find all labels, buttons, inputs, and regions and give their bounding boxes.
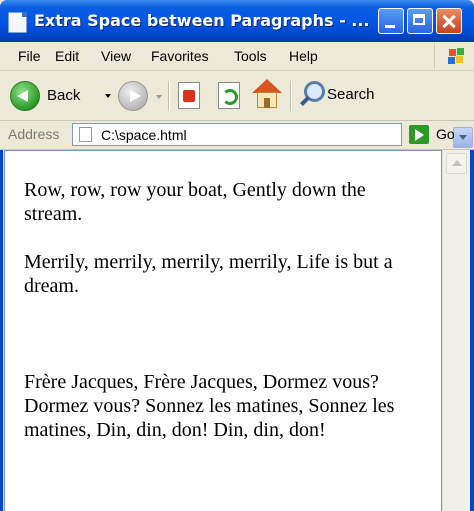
menu-file[interactable]: File (18, 48, 41, 64)
search-button-label[interactable]: Search (327, 86, 375, 103)
scroll-up-button[interactable] (446, 153, 467, 174)
window-title: Extra Space between Paragraphs - ... (34, 11, 370, 30)
menu-tools[interactable]: Tools (234, 48, 267, 64)
address-label: Address (8, 126, 60, 142)
back-arrow-icon (10, 81, 40, 111)
menu-edit[interactable]: Edit (55, 48, 79, 64)
go-button[interactable]: Go (409, 123, 469, 146)
menu-view[interactable]: View (101, 48, 131, 64)
go-arrow-icon (409, 125, 429, 144)
minimize-button[interactable] (378, 8, 404, 34)
go-label: Go (436, 126, 455, 142)
stop-icon[interactable] (178, 82, 200, 109)
address-value[interactable]: C:\space.html (101, 127, 187, 143)
close-button[interactable] (436, 8, 462, 34)
page-icon (79, 127, 92, 142)
search-icon[interactable] (298, 79, 326, 109)
windows-logo-icon (434, 43, 473, 69)
menu-favorites[interactable]: Favorites (151, 48, 209, 64)
back-dropdown-icon[interactable] (105, 94, 111, 98)
toolbar-separator (290, 81, 292, 111)
paragraph: Row, row, row your boat, Gently down the… (24, 179, 366, 225)
document-body: Row, row, row your boat, Gently down the… (24, 178, 424, 442)
address-input[interactable]: C:\space.html (72, 123, 473, 148)
vertical-scrollbar[interactable] (442, 150, 470, 511)
paragraph: Merrily, merrily, merrily, merrily, Life… (24, 251, 393, 297)
forward-button[interactable] (118, 81, 148, 111)
page-icon[interactable] (8, 12, 27, 33)
forward-dropdown-icon[interactable] (156, 95, 162, 99)
back-label: Back (47, 87, 81, 104)
toolbar: Back Search (0, 71, 474, 121)
paragraph: Frère Jacques, Frère Jacques, Dormez vou… (24, 371, 395, 441)
menu-help[interactable]: Help (289, 48, 318, 64)
address-bar: Address C:\space.html Go (0, 121, 474, 150)
refresh-icon[interactable] (218, 82, 240, 109)
menu-bar: File Edit View Favorites Tools Help (0, 42, 474, 71)
home-icon[interactable] (252, 79, 282, 109)
toolbar-separator (168, 81, 170, 111)
maximize-button[interactable] (407, 8, 433, 34)
page-content[interactable]: Row, row, row your boat, Gently down the… (4, 150, 442, 511)
title-bar[interactable]: Extra Space between Paragraphs - ... (0, 0, 474, 42)
